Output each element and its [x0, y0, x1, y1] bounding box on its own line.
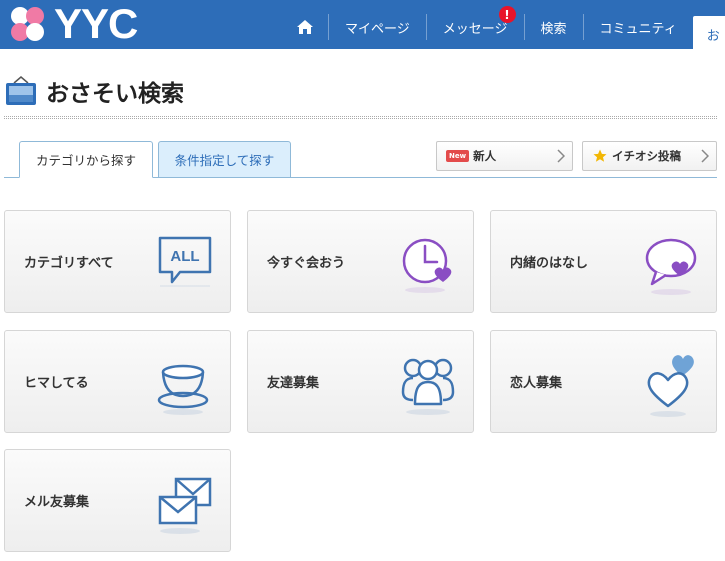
nav-messages-label: メッセージ	[442, 21, 508, 37]
category-card-secret-talk[interactable]: 内緒のはなし	[490, 210, 717, 313]
nav-messages[interactable]: メッセージ !	[425, 6, 524, 40]
top-bar: YYC マイページ メッセージ ! 検索 コミュニティ お	[0, 0, 725, 52]
teacup-icon	[157, 364, 209, 415]
title-divider	[4, 116, 717, 119]
featured-posts-label: イチオシ投稿	[612, 149, 681, 163]
page-title-row: おさそい検索	[4, 74, 184, 108]
nav-home[interactable]	[282, 14, 328, 40]
logo-text: YYC	[54, 0, 138, 47]
tab-condition-search[interactable]: 条件指定して探す	[158, 141, 291, 178]
tab-condition-label: 条件指定して探す	[174, 153, 275, 168]
nav-mypage[interactable]: マイページ	[328, 14, 426, 40]
hearts-icon	[647, 355, 694, 417]
all-speech-bubble-icon: ALL	[158, 236, 212, 287]
category-card-all[interactable]: カテゴリすべて ALL	[4, 210, 231, 313]
speech-bubble-heart-icon	[645, 238, 697, 295]
nav-more-label: お	[706, 28, 720, 44]
featured-posts-link[interactable]: イチオシ投稿	[582, 141, 717, 171]
nav-mypage-label: マイページ	[345, 21, 410, 37]
category-card-meet-now[interactable]: 今すぐ会おう	[247, 210, 474, 313]
page-title: おさそい検索	[46, 81, 184, 107]
category-label: カテゴリすべて	[24, 256, 114, 271]
svg-text:ALL: ALL	[170, 248, 199, 265]
tab-category-search[interactable]: カテゴリから探す	[19, 141, 153, 178]
nav-more[interactable]: お	[692, 16, 725, 52]
category-card-pen-pal[interactable]: メル友募集	[4, 449, 231, 552]
clock-heart-icon	[402, 238, 452, 293]
new-chip: New	[446, 150, 470, 162]
logo[interactable]: YYC	[6, 0, 138, 47]
category-label: ヒマしてる	[24, 376, 89, 391]
category-label: 今すぐ会おう	[267, 256, 346, 271]
chevron-right-icon	[557, 149, 565, 163]
nav-community[interactable]: コミュニティ	[582, 14, 693, 40]
category-label: 友達募集	[267, 376, 320, 391]
category-label: 内緒のはなし	[510, 256, 589, 271]
category-label: メル友募集	[24, 495, 90, 510]
category-card-friends[interactable]: 友達募集	[247, 330, 474, 433]
category-card-lover[interactable]: 恋人募集	[490, 330, 717, 433]
message-alert-badge: !	[498, 6, 516, 23]
main-nav: マイページ メッセージ ! 検索 コミュニティ お	[282, 6, 725, 52]
home-icon	[297, 20, 313, 34]
newcomers-label: 新人	[473, 149, 497, 163]
star-icon	[593, 149, 607, 162]
category-label: 恋人募集	[510, 376, 563, 391]
category-card-free-time[interactable]: ヒマしてる	[4, 330, 231, 433]
chevron-right-icon	[701, 149, 709, 163]
nav-community-label: コミュニティ	[599, 21, 677, 37]
signboard-icon	[6, 76, 36, 105]
tab-category-label: カテゴリから探す	[35, 153, 136, 168]
newcomers-link[interactable]: New 新人	[436, 141, 573, 171]
logo-clover-icon	[11, 7, 44, 41]
friends-icon	[401, 358, 455, 415]
nav-search[interactable]: 検索	[523, 14, 583, 40]
nav-search-label: 検索	[540, 21, 567, 37]
envelopes-icon	[158, 477, 212, 534]
